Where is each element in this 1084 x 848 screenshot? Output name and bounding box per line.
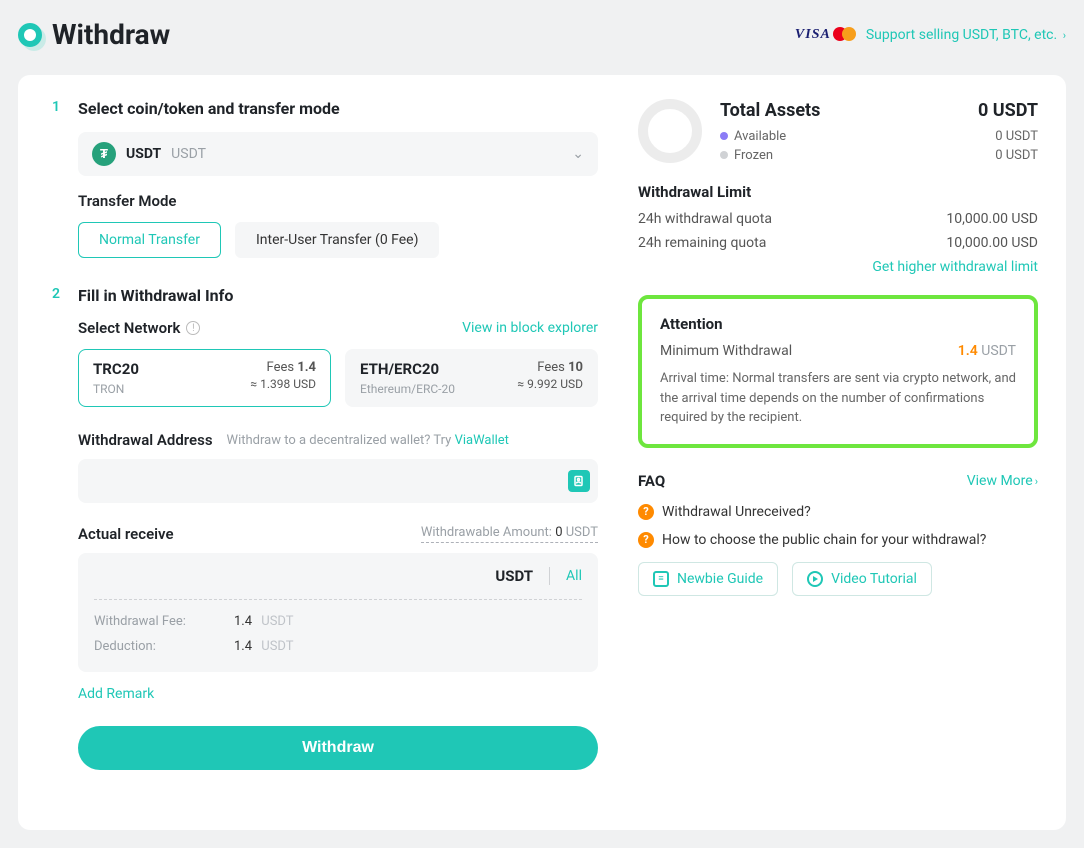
support-selling-text: Support selling USDT, BTC, etc.	[866, 27, 1057, 43]
frozen-label: Frozen	[734, 148, 773, 163]
network-name: TRC20	[93, 360, 139, 378]
faq-title: FAQ	[638, 472, 665, 490]
coin-name: USDT	[171, 146, 206, 162]
withdrawal-limit-title: Withdrawal Limit	[638, 183, 1038, 201]
coin-select[interactable]: ₮ USDT USDT ⌄	[78, 132, 598, 176]
assets-chart-icon	[638, 99, 702, 163]
viawallet-link[interactable]: ViaWallet	[455, 433, 509, 448]
remaining-label: 24h remaining quota	[638, 235, 766, 251]
attention-box: Attention Minimum Withdrawal 1.4 USDT Ar…	[638, 295, 1038, 448]
faq-item[interactable]: ? How to choose the public chain for you…	[638, 532, 1038, 548]
newbie-guide-button[interactable]: ≡ Newbie Guide	[638, 562, 778, 596]
add-remark-link[interactable]: Add Remark	[78, 686, 154, 702]
available-value: 0 USDT	[995, 129, 1038, 144]
withdrawal-fee-value: 1.4	[234, 614, 252, 629]
address-hint: Withdraw to a decentralized wallet? Try …	[227, 433, 509, 448]
withdraw-button[interactable]: Withdraw	[78, 726, 598, 770]
remaining-value: 10,000.00 USD	[946, 235, 1038, 251]
visa-icon: VISA	[795, 27, 831, 43]
attention-title: Attention	[660, 315, 1016, 333]
view-block-explorer-link[interactable]: View in block explorer	[462, 320, 598, 336]
network-trc20[interactable]: TRC20 TRON Fees 1.4 ≈ 1.398 USD	[78, 349, 331, 407]
step-2-title: Fill in Withdrawal Info	[78, 286, 598, 305]
deduction-label: Deduction:	[94, 639, 204, 654]
step-1-title: Select coin/token and transfer mode	[78, 99, 598, 118]
get-higher-limit-link[interactable]: Get higher withdrawal limit	[638, 259, 1038, 275]
chevron-right-icon: ›	[1035, 475, 1038, 488]
mode-normal-transfer[interactable]: Normal Transfer	[78, 222, 221, 258]
withdrawal-address-input[interactable]	[92, 473, 568, 489]
frozen-value: 0 USDT	[995, 148, 1038, 163]
network-sub: TRON	[93, 382, 139, 396]
mastercard-icon	[833, 27, 856, 43]
deduction-value: 1.4	[234, 639, 252, 654]
withdrawal-fee-label: Withdrawal Fee:	[94, 614, 204, 629]
network-name: ETH/ERC20	[360, 360, 455, 378]
question-icon: ?	[638, 504, 654, 520]
deduction-unit: USDT	[261, 639, 293, 654]
address-book-icon[interactable]	[568, 470, 590, 492]
step-1-number: 1	[46, 99, 60, 258]
total-assets-label: Total Assets	[720, 100, 820, 121]
page-title: Withdraw	[52, 18, 170, 51]
min-withdrawal-value: 1.4	[958, 343, 978, 359]
quota-label: 24h withdrawal quota	[638, 211, 772, 227]
min-withdrawal-label: Minimum Withdrawal	[660, 343, 792, 359]
withdrawal-address-label: Withdrawal Address	[78, 431, 213, 449]
transfer-mode-label: Transfer Mode	[78, 192, 598, 210]
faq-item[interactable]: ? Withdrawal Unreceived?	[638, 504, 1038, 520]
faq-item-text: Withdrawal Unreceived?	[662, 504, 811, 520]
all-button[interactable]: All	[566, 568, 582, 584]
play-icon	[807, 571, 823, 587]
dot-icon	[720, 132, 728, 140]
logo-icon	[18, 23, 42, 47]
card-logos: VISA	[795, 27, 856, 43]
video-tutorial-button[interactable]: Video Tutorial	[792, 562, 932, 596]
step-2-number: 2	[46, 286, 60, 770]
total-assets-value: 0 USDT	[978, 100, 1038, 121]
withdrawable-amount: Withdrawable Amount: 0 USDT	[421, 525, 598, 543]
receive-unit: USDT	[495, 567, 533, 585]
faq-view-more-link[interactable]: View More›	[967, 473, 1038, 489]
question-icon: ?	[638, 532, 654, 548]
network-sub: Ethereum/ERC-20	[360, 382, 455, 396]
quota-value: 10,000.00 USD	[946, 211, 1038, 227]
min-withdrawal-unit: USDT	[981, 343, 1016, 359]
guide-icon: ≡	[653, 571, 669, 587]
usdt-icon: ₮	[92, 142, 116, 166]
receive-box: USDT All Withdrawal Fee: 1.4 USDT	[78, 553, 598, 672]
chevron-down-icon: ⌄	[572, 146, 584, 162]
withdrawal-fee-unit: USDT	[261, 614, 293, 629]
actual-receive-label: Actual receive	[78, 525, 174, 543]
faq-item-text: How to choose the public chain for your …	[662, 532, 986, 548]
mode-inter-user-transfer[interactable]: Inter-User Transfer (0 Fee)	[235, 222, 440, 258]
available-label: Available	[734, 129, 786, 144]
dot-icon	[720, 151, 728, 159]
network-eth-erc20[interactable]: ETH/ERC20 Ethereum/ERC-20 Fees 10 ≈ 9.99…	[345, 349, 598, 407]
attention-text: Arrival time: Normal transfers are sent …	[660, 369, 1016, 428]
coin-symbol: USDT	[126, 146, 161, 162]
support-selling-link[interactable]: Support selling USDT, BTC, etc. ›	[866, 27, 1066, 43]
chevron-right-icon: ›	[1063, 29, 1066, 42]
info-icon[interactable]: !	[186, 321, 200, 335]
separator	[549, 567, 550, 585]
select-network-label: Select Network	[78, 319, 180, 337]
